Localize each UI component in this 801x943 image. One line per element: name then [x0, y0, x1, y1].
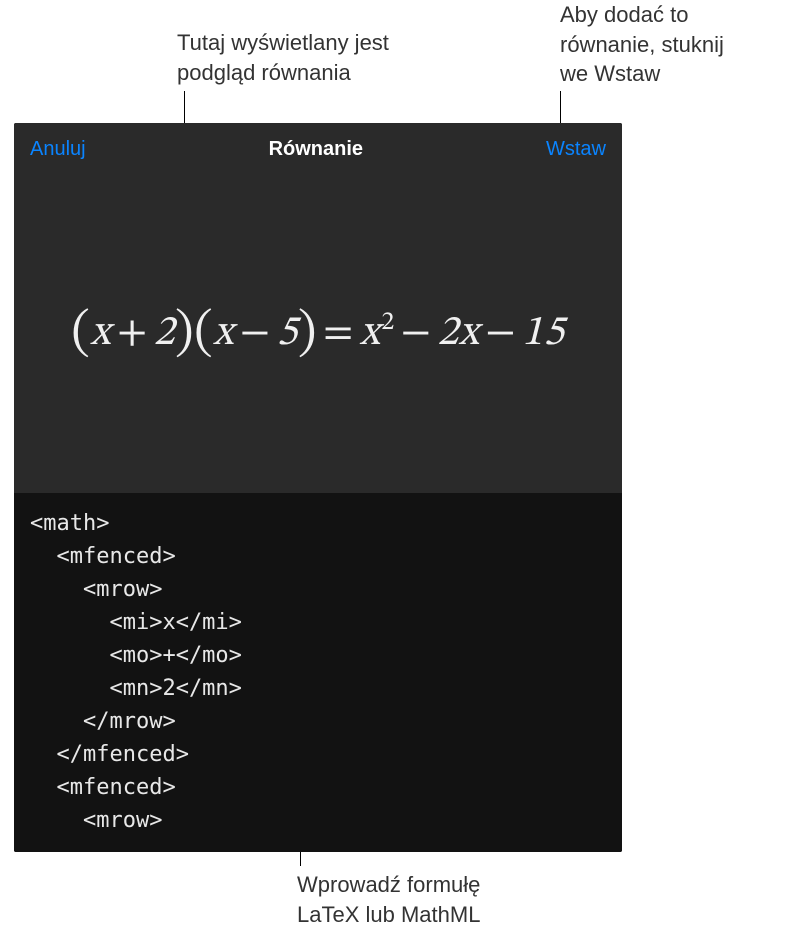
op-minus: − — [395, 312, 438, 354]
op-eq: = — [317, 312, 360, 354]
rparen-icon: ) — [298, 308, 317, 360]
callout-preview-text: Tutaj wyświetlany jestpodgląd równania — [177, 28, 457, 87]
var-x: x — [213, 312, 234, 354]
num-15: 15 — [522, 312, 565, 354]
cancel-button[interactable]: Anuluj — [30, 138, 86, 161]
num-2: 2 — [437, 312, 458, 354]
var-x: x — [90, 312, 111, 354]
equation-rendered: (x+2)(x−5)=x2−2x−15 — [71, 302, 564, 367]
op-minus: − — [479, 312, 522, 354]
callout-insert-text: Aby dodać torównanie, stuknijwe Wstaw — [560, 0, 780, 89]
lparen-icon: ( — [194, 308, 213, 360]
equation-editor-window: Anuluj Równanie Wstaw (x+2)(x−5)=x2−2x−1… — [14, 123, 622, 852]
sup-2: 2 — [380, 310, 394, 336]
lparen-icon: ( — [71, 308, 90, 360]
op-plus: + — [111, 312, 154, 354]
num-2: 2 — [154, 312, 175, 354]
insert-button[interactable]: Wstaw — [546, 138, 606, 161]
callout-input-text: Wprowadź formułęLaTeX lub MathML — [297, 870, 597, 929]
equation-preview: (x+2)(x−5)=x2−2x−15 — [14, 175, 622, 493]
var-x: x — [459, 312, 480, 354]
num-5: 5 — [277, 312, 298, 354]
var-x: x — [360, 312, 381, 354]
op-minus: − — [234, 312, 277, 354]
page-title: Równanie — [269, 138, 363, 161]
equation-code-input[interactable]: <math> <mfenced> <mrow> <mi>x</mi> <mo>+… — [14, 493, 622, 852]
rparen-icon: ) — [175, 308, 194, 360]
equation-editor-header: Anuluj Równanie Wstaw — [14, 123, 622, 175]
